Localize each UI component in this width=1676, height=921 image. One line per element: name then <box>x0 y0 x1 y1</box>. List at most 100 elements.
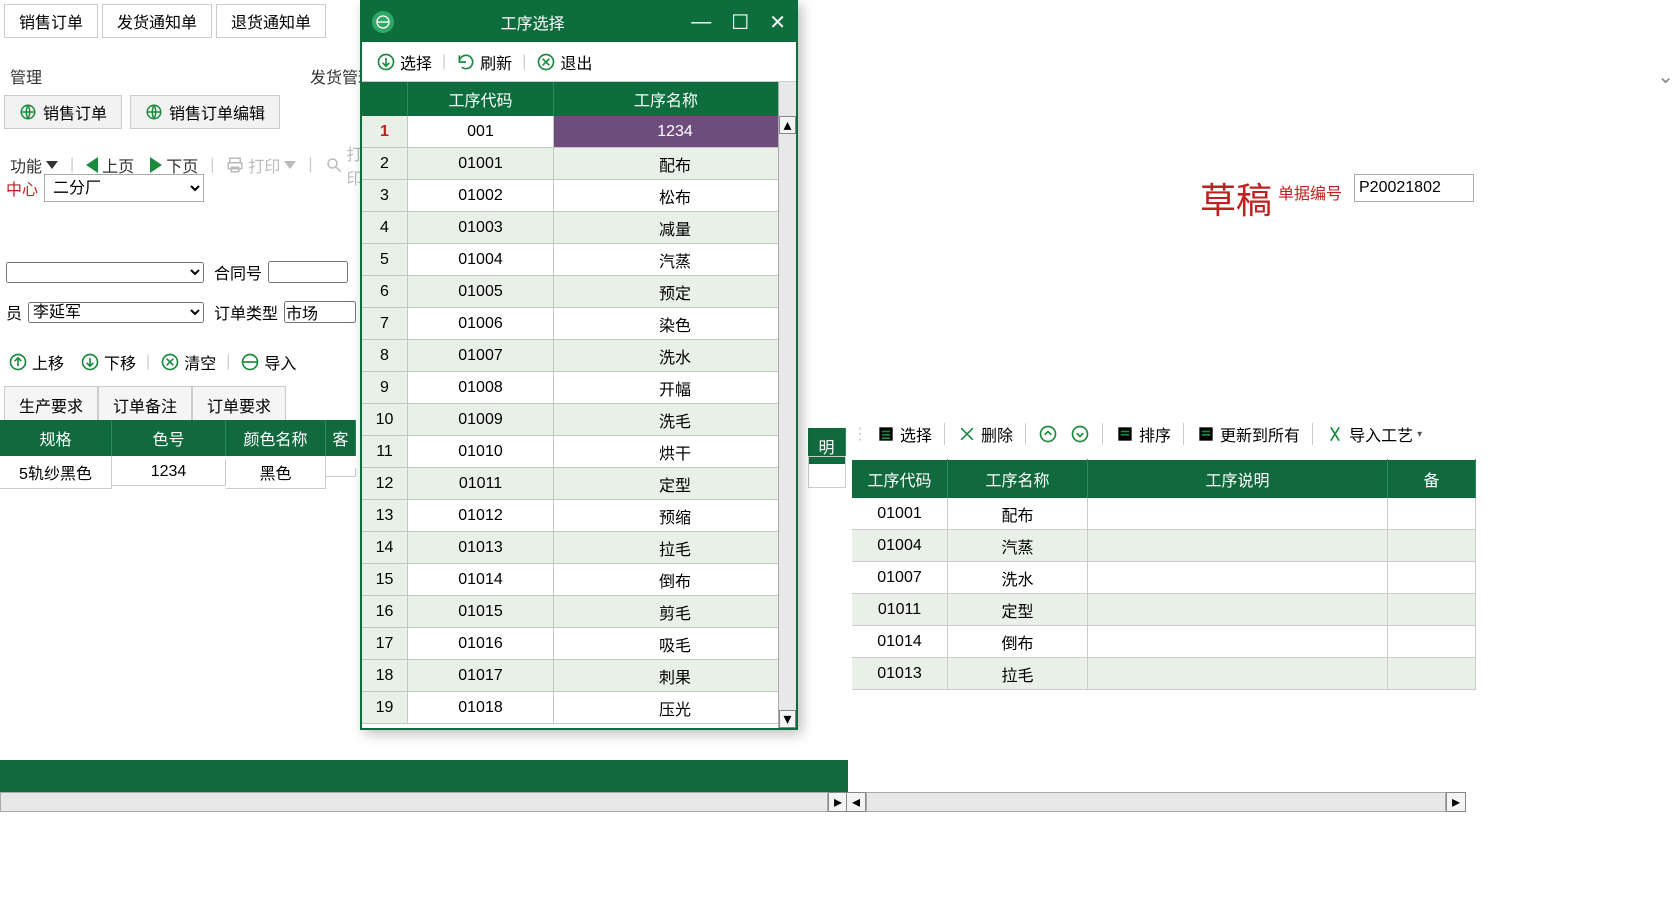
move-up-button[interactable]: 上移 <box>2 348 70 376</box>
filter-staff-type: 员 李延军 订单类型 <box>0 296 362 328</box>
tab-sales-order[interactable]: 销售订单 <box>4 95 122 129</box>
grid-row[interactable]: 1401013拉毛 <box>362 532 796 564</box>
contract-input[interactable] <box>268 261 348 283</box>
rcol-code: 工序代码 <box>852 459 948 499</box>
grid-row[interactable]: 1201011定型 <box>362 468 796 500</box>
dlg-select-button[interactable]: 选择 <box>370 48 438 76</box>
scroll-right-button[interactable]: ▸ <box>828 792 848 812</box>
table-row[interactable]: 01007洗水 <box>852 562 1476 594</box>
nav-return-notice[interactable]: 退货通知单 <box>216 4 326 38</box>
grid-row[interactable]: 1701016吸毛 <box>362 628 796 660</box>
rcell-code: 01004 <box>852 530 948 562</box>
module-left: 管理 <box>6 64 46 88</box>
rcell-code: 01001 <box>852 498 948 530</box>
row-number: 10 <box>362 404 408 435</box>
rcell-desc <box>1088 498 1388 530</box>
grid-row[interactable]: 1101010烘干 <box>362 436 796 468</box>
staff-label: 员 <box>6 300 22 324</box>
grid-row[interactable]: 401003减量 <box>362 212 796 244</box>
editor-tabs: 销售订单 销售订单编辑 <box>0 95 280 129</box>
grid-row[interactable]: 201001配布 <box>362 148 796 180</box>
rcell-desc <box>1088 562 1388 594</box>
rp-down-button[interactable] <box>1066 422 1094 446</box>
rcol-desc: 工序说明 <box>1088 459 1388 499</box>
tab-production-req[interactable]: 生产要求 <box>4 386 98 424</box>
grid-row[interactable]: 601005预定 <box>362 276 796 308</box>
table-row[interactable]: 01001配布 <box>852 498 1476 530</box>
nav-sales-order[interactable]: 销售订单 <box>4 4 98 38</box>
grid-row[interactable]: 1001009洗毛 <box>362 404 796 436</box>
dlg-exit-button[interactable]: 退出 <box>530 48 598 76</box>
grid-row[interactable]: 701006染色 <box>362 308 796 340</box>
bill-number-input[interactable] <box>1354 174 1474 202</box>
scroll-right-button[interactable]: ▸ <box>1446 792 1466 812</box>
scroll-left-button[interactable]: ◂ <box>846 792 866 812</box>
cell-name: 预定 <box>554 276 796 307</box>
rp-up-button[interactable] <box>1034 422 1062 446</box>
cell-name: 预缩 <box>554 500 796 531</box>
rp-sort-button[interactable]: 排序 <box>1111 420 1175 448</box>
dialog-titlebar[interactable]: 工序选择 — ☐ ✕ <box>362 2 796 42</box>
row-number: 3 <box>362 180 408 211</box>
scroll-up-button[interactable]: ▴ <box>779 116 796 134</box>
grid-row[interactable]: 901008开幅 <box>362 372 796 404</box>
rcell-remark <box>1388 658 1476 690</box>
left-horizontal-scrollbar[interactable]: ▸ <box>0 792 848 812</box>
grid-row[interactable]: 1501014倒布 <box>362 564 796 596</box>
bottom-status-bar <box>0 760 848 792</box>
table-row[interactable]: 01013拉毛 <box>852 658 1476 690</box>
grid-row[interactable]: 1901018压光 <box>362 692 796 724</box>
nav-dispatch-notice[interactable]: 发货通知单 <box>102 4 212 38</box>
clear-button[interactable]: 清空 <box>154 348 222 376</box>
bill-number-label: 单据编号 <box>1278 180 1342 204</box>
refresh-label: 刷新 <box>480 50 512 74</box>
vertical-scrollbar[interactable]: ▴ ▾ <box>778 116 796 728</box>
staff-select[interactable]: 李延军 <box>28 302 204 323</box>
maximize-button[interactable]: ☐ <box>731 10 749 35</box>
move-down-button[interactable]: 下移 <box>74 348 142 376</box>
tab-order-remark[interactable]: 订单备注 <box>98 386 192 424</box>
cell-code: 01012 <box>408 500 554 531</box>
top-nav: 销售订单 发货通知单 退货通知单 <box>0 0 330 42</box>
contract-prefix-select[interactable] <box>6 262 204 283</box>
center-select[interactable]: 二分厂 <box>44 174 204 202</box>
dlg-refresh-button[interactable]: 刷新 <box>450 48 518 76</box>
select-label: 选择 <box>400 50 432 74</box>
close-button[interactable]: ✕ <box>769 10 786 35</box>
row-number: 17 <box>362 628 408 659</box>
tab-order-req[interactable]: 订单要求 <box>192 386 286 424</box>
right-horizontal-scrollbar[interactable]: ◂ ▸ <box>846 792 1466 812</box>
expand-arrow-icon[interactable]: ⌄ <box>1657 64 1674 89</box>
grid-row[interactable]: 1601015剪毛 <box>362 596 796 628</box>
grid-row[interactable]: 501004汽蒸 <box>362 244 796 276</box>
order-type-input[interactable] <box>284 301 356 323</box>
dialog-grid-header: 工序代码 工序名称 <box>362 82 796 116</box>
print-button[interactable]: 打印 <box>222 151 300 179</box>
scroll-track[interactable] <box>866 792 1446 812</box>
grid-row[interactable]: 801007洗水 <box>362 340 796 372</box>
cell-name: 洗毛 <box>554 404 796 435</box>
grid-row[interactable]: 301002松布 <box>362 180 796 212</box>
table-row[interactable]: 01004汽蒸 <box>852 530 1476 562</box>
import-button[interactable]: 导入 <box>234 348 306 376</box>
minimize-button[interactable]: — <box>691 11 711 34</box>
scroll-down-button[interactable]: ▾ <box>779 710 796 728</box>
cell-name: 烘干 <box>554 436 796 467</box>
globe-icon <box>372 11 394 33</box>
tab-sales-order-edit[interactable]: 销售订单编辑 <box>130 95 280 129</box>
grid-row[interactable]: 10011234 <box>362 116 796 148</box>
table-row[interactable]: 01011定型 <box>852 594 1476 626</box>
left-table-row[interactable]: 5轨纱黑色 1234 黑色 <box>0 456 356 488</box>
row-number: 19 <box>362 692 408 723</box>
rp-select-button[interactable]: 选择 <box>872 420 936 448</box>
scroll-track[interactable] <box>0 792 828 812</box>
rp-update-all-button[interactable]: 更新到所有 <box>1192 420 1304 448</box>
table-row[interactable]: 01014倒布 <box>852 626 1476 658</box>
cell-spec: 5轨纱黑色 <box>0 456 112 489</box>
grid-row[interactable]: 1801017刺果 <box>362 660 796 692</box>
rp-import-process-button[interactable]: 导入工艺 ▾ <box>1321 420 1426 448</box>
rp-delete-button[interactable]: 删除 <box>953 420 1017 448</box>
grid-row[interactable]: 1301012预缩 <box>362 500 796 532</box>
cell-name: 洗水 <box>554 340 796 371</box>
refresh-icon <box>456 52 476 72</box>
